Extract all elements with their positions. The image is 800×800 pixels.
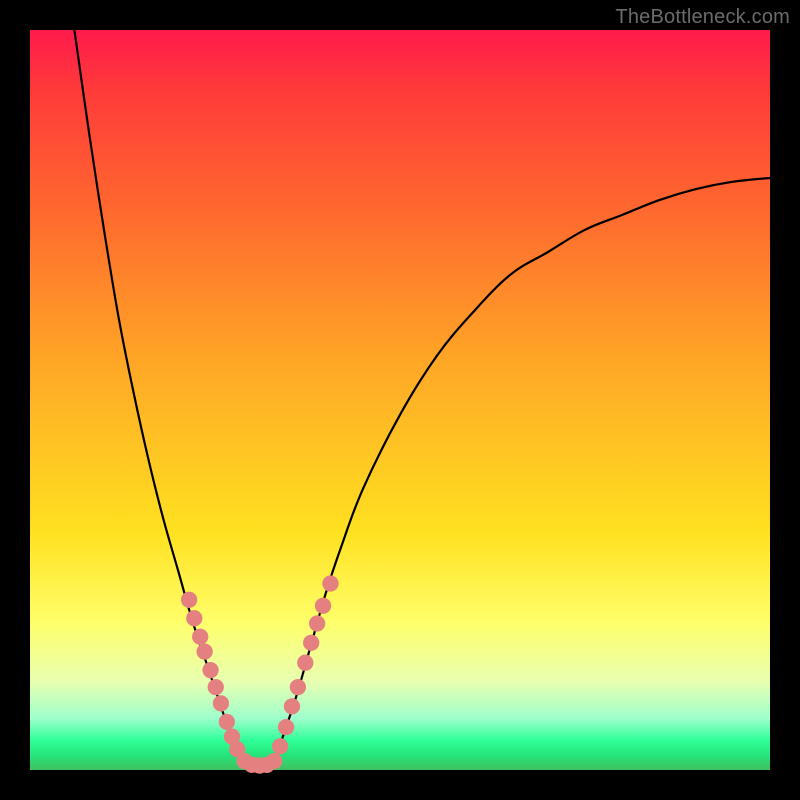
curve-right-branch — [274, 178, 770, 763]
marker-dot — [202, 662, 218, 678]
marker-dot — [278, 719, 294, 735]
marker-dot — [309, 615, 325, 631]
marker-dot — [219, 714, 235, 730]
marker-dot — [266, 753, 282, 769]
marker-dot — [290, 679, 306, 695]
marker-dot — [213, 695, 229, 711]
marker-dot — [315, 598, 331, 614]
plot-area — [30, 30, 770, 770]
marker-dot — [284, 698, 300, 714]
marker-dot — [186, 610, 202, 626]
curve-left-branch — [74, 30, 244, 763]
marker-dot — [197, 643, 213, 659]
marker-dot — [272, 738, 288, 754]
marker-dot — [303, 635, 319, 651]
marker-dot — [192, 629, 208, 645]
chart-stage: TheBottleneck.com — [0, 0, 800, 800]
marker-dot — [208, 679, 224, 695]
watermark-label: TheBottleneck.com — [615, 6, 790, 29]
marker-group — [181, 575, 339, 773]
chart-svg — [30, 30, 770, 770]
marker-dot — [297, 655, 313, 671]
marker-dot — [322, 575, 338, 591]
marker-dot — [181, 592, 197, 608]
